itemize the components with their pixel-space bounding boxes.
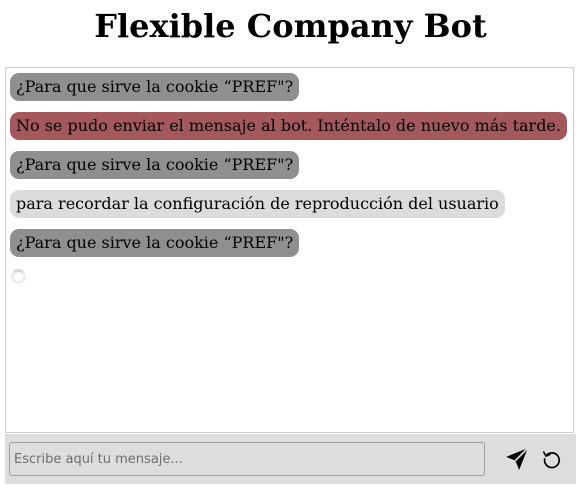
user-message: ¿Para que sirve la cookie “PREF"? [10, 73, 300, 101]
refresh-icon [542, 451, 561, 469]
message-input[interactable] [9, 442, 485, 476]
page-title: Flexible Company Bot [94, 7, 487, 45]
user-message: ¿Para que sirve la cookie “PREF"? [10, 151, 300, 179]
send-icon [506, 447, 529, 470]
bot-message: para recordar la configuración de reprod… [10, 190, 505, 218]
message-list: ¿Para que sirve la cookie “PREF"? No se … [10, 73, 569, 268]
reset-button[interactable] [540, 447, 564, 471]
composer-bar [5, 434, 576, 484]
send-button[interactable] [503, 445, 531, 473]
loading-spinner-icon [11, 269, 26, 284]
error-message: No se pudo enviar el mensaje al bot. Int… [10, 112, 567, 140]
user-message: ¿Para que sirve la cookie “PREF"? [10, 229, 300, 257]
chat-window: ¿Para que sirve la cookie “PREF"? No se … [5, 67, 574, 433]
